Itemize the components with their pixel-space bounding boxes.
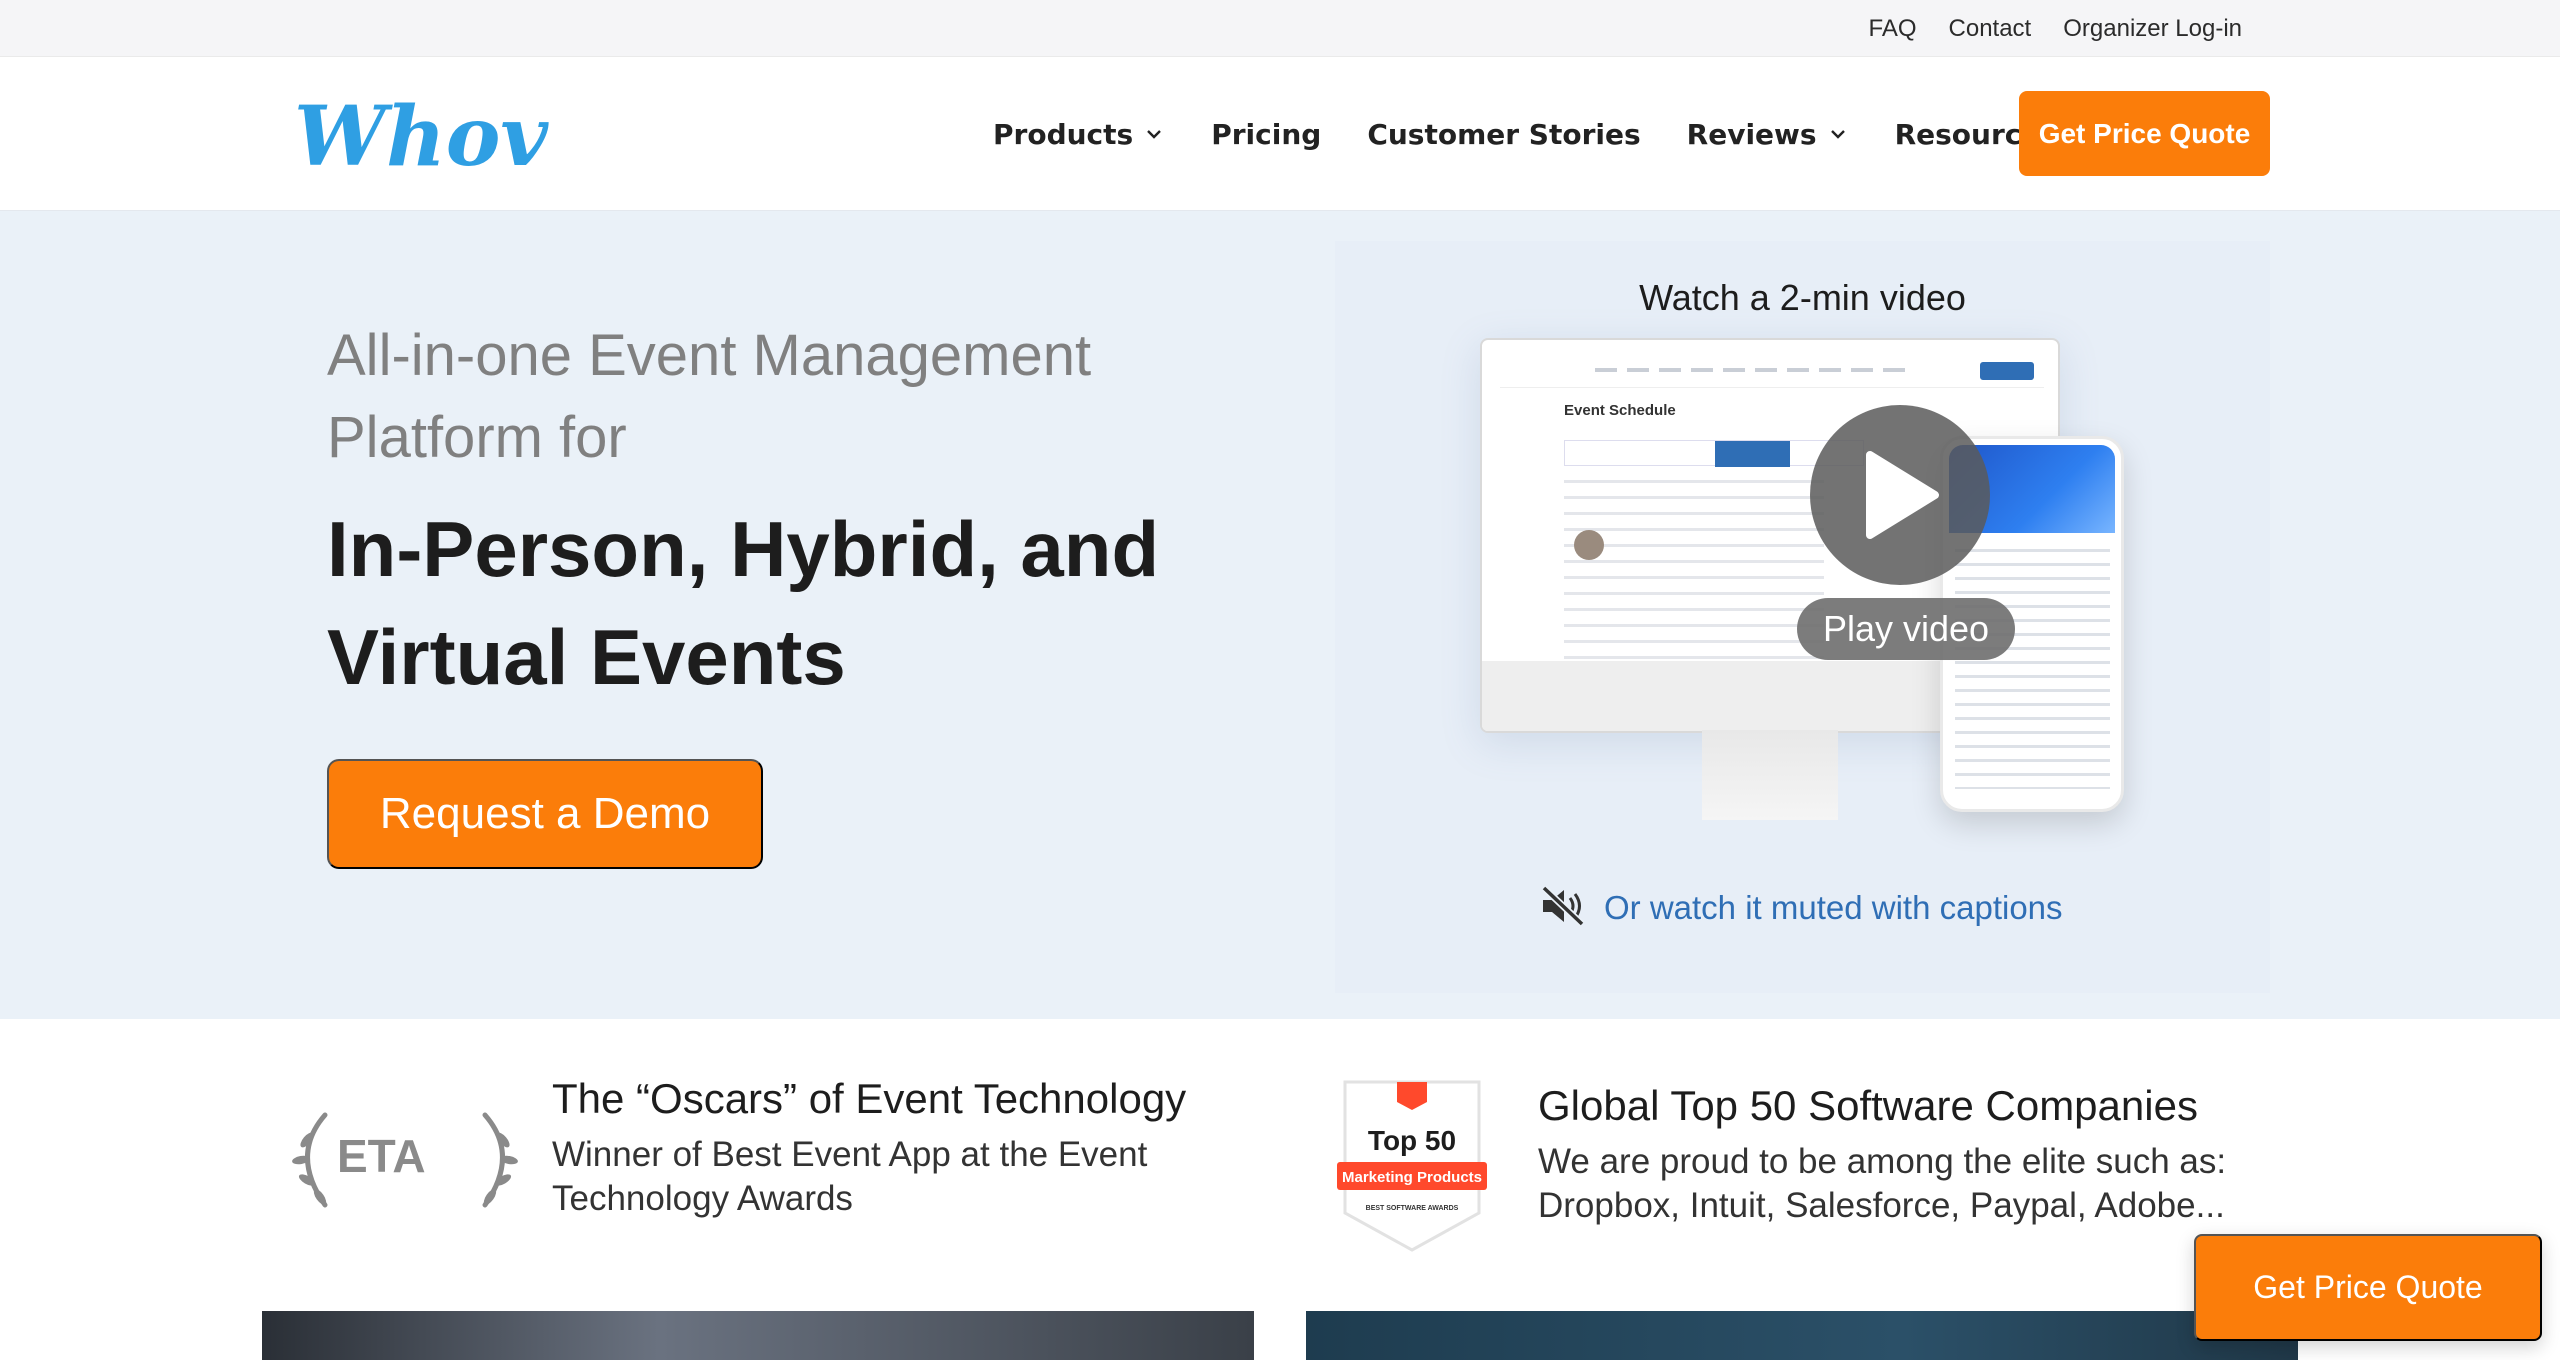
watch-muted-link-text: Or watch it muted with captions (1604, 889, 2063, 926)
utility-bar: FAQ Contact Organizer Log-in (0, 0, 2560, 57)
logo-text: Whova (294, 89, 550, 185)
get-price-quote-button[interactable]: Get Price Quote (2019, 91, 2270, 176)
award-eta-desc-line2: Technology Awards (552, 1179, 853, 1218)
hero-title: In-Person, Hybrid, and Virtual Events (327, 495, 1227, 711)
award-eta-title: The “Oscars” of Event Technology (552, 1075, 1187, 1122)
app-preview-nav-links (1595, 368, 1905, 372)
award-eta-desc: Winner of Best Event App at the Event Te… (552, 1133, 1186, 1221)
contact-link[interactable]: Contact (1949, 15, 2032, 43)
feature-image-right (1306, 1311, 2298, 1360)
award-g2-title: Global Top 50 Software Companies (1538, 1082, 2198, 1129)
play-icon[interactable] (1810, 405, 1990, 585)
nav-reviews-label: Reviews (1686, 117, 1817, 151)
svg-text:Top 50: Top 50 (1368, 1125, 1456, 1156)
hero-title-line1: In-Person, Hybrid, and (327, 505, 1160, 593)
nav-pricing-label: Pricing (1211, 117, 1322, 151)
app-preview-schedule-title: Event Schedule (1564, 402, 1676, 419)
request-demo-button[interactable]: Request a Demo (327, 759, 763, 869)
hero-text: All-in-one Event Management Platform for… (327, 315, 1227, 711)
award-eta: The “Oscars” of Event Technology Winner … (552, 1075, 1186, 1221)
speaker-muted-icon (1540, 885, 1586, 930)
organizer-login-link[interactable]: Organizer Log-in (2063, 15, 2242, 43)
hero-subtitle-line1: All-in-one Event Management (327, 323, 1092, 388)
nav-menu: Products Pricing Customer Stories Review… (993, 57, 2089, 211)
play-video-label[interactable]: Play video (1797, 598, 2015, 660)
hero-title-line2: Virtual Events (327, 613, 846, 701)
nav-products[interactable]: Products (993, 118, 1165, 151)
eta-award-badge: ETA (292, 1112, 518, 1208)
video-panel: Watch a 2-min video Event Schedule Play … (1335, 241, 2270, 993)
app-preview-content (1564, 480, 1824, 680)
hero-subtitle: All-in-one Event Management Platform for (327, 315, 1227, 479)
hero-subtitle-line2: Platform for (327, 405, 627, 470)
nav-customer-stories-label: Customer Stories (1367, 117, 1641, 151)
avatar (1574, 530, 1604, 560)
faq-link[interactable]: FAQ (1869, 15, 1917, 43)
nav-reviews[interactable]: Reviews (1687, 118, 1849, 151)
nav-products-label: Products (993, 117, 1134, 151)
floating-get-price-quote-button[interactable]: Get Price Quote (2194, 1234, 2542, 1341)
svg-text:ETA: ETA (337, 1130, 426, 1182)
g2-top50-badge: Top 50 Marketing Products BEST SOFTWARE … (1337, 1080, 1487, 1252)
svg-text:BEST SOFTWARE AWARDS: BEST SOFTWARE AWARDS (1366, 1205, 1459, 1212)
hero-section: All-in-one Event Management Platform for… (0, 211, 2560, 1019)
whova-logo[interactable]: Whova (290, 85, 550, 185)
feature-image-left (262, 1311, 1254, 1360)
award-eta-desc-line1: Winner of Best Event App at the Event (552, 1135, 1148, 1174)
award-g2: Global Top 50 Software Companies We are … (1538, 1082, 2226, 1228)
chevron-down-icon (1143, 123, 1165, 145)
video-thumbnail[interactable]: Event Schedule Play video (1480, 338, 2124, 820)
chevron-down-icon (1827, 123, 1849, 145)
award-g2-desc-line2: Dropbox, Intuit, Salesforce, Paypal, Ado… (1538, 1186, 2225, 1225)
award-g2-desc: We are proud to be among the elite such … (1538, 1140, 2226, 1228)
main-navigation: Whova Products Pricing Customer Stories … (0, 57, 2560, 211)
nav-pricing[interactable]: Pricing (1211, 118, 1321, 151)
utility-links: FAQ Contact Organizer Log-in (1869, 0, 2243, 57)
monitor-stand (1702, 730, 1838, 820)
svg-text:Marketing Products: Marketing Products (1342, 1169, 1482, 1186)
app-preview-register-button (1980, 362, 2034, 380)
phone-content (1955, 549, 2110, 789)
video-heading: Watch a 2-min video (1639, 277, 1966, 318)
award-g2-desc-line1: We are proud to be among the elite such … (1538, 1142, 2227, 1181)
nav-customer-stories[interactable]: Customer Stories (1367, 118, 1640, 151)
app-preview-navbar (1500, 358, 2044, 388)
watch-muted-link[interactable]: Or watch it muted with captions (1540, 885, 2063, 930)
